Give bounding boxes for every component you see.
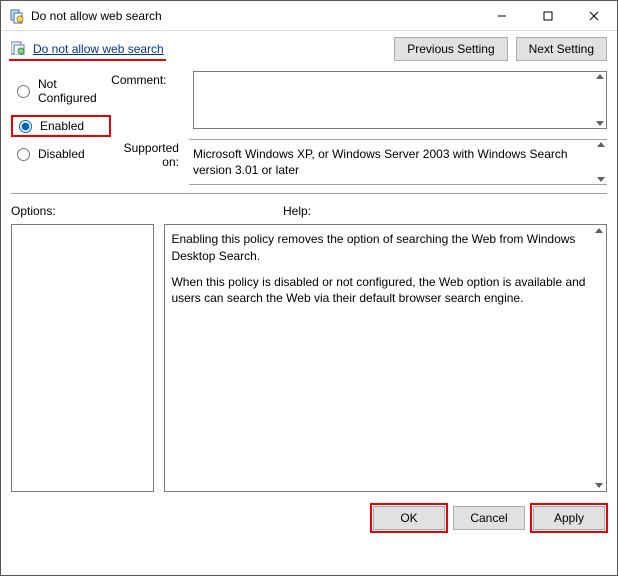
options-label: Options: bbox=[11, 204, 283, 218]
policy-link-icon bbox=[11, 41, 27, 58]
supported-on-text: Microsoft Windows XP, or Windows Server … bbox=[189, 139, 607, 185]
radio-disabled-label: Disabled bbox=[38, 147, 85, 161]
radio-not-configured-label: Not Configured bbox=[38, 77, 111, 105]
supported-row: Supported on: Microsoft Windows XP, or W… bbox=[111, 139, 607, 185]
options-pane[interactable] bbox=[11, 224, 154, 492]
next-setting-button[interactable]: Next Setting bbox=[516, 37, 607, 61]
panes: Enabling this policy removes the option … bbox=[1, 224, 617, 492]
help-label: Help: bbox=[283, 204, 311, 218]
footer-buttons: OK Cancel Apply bbox=[1, 492, 617, 544]
window-title: Do not allow web search bbox=[31, 9, 162, 23]
supported-on-value: Microsoft Windows XP, or Windows Server … bbox=[193, 147, 568, 177]
cancel-button[interactable]: Cancel bbox=[453, 506, 525, 530]
minimize-button[interactable] bbox=[479, 1, 525, 31]
scroll-up-icon[interactable] bbox=[596, 74, 604, 79]
radio-enabled[interactable]: Enabled bbox=[11, 115, 111, 137]
annotation-underline bbox=[9, 59, 166, 61]
help-paragraph-1: Enabling this policy removes the option … bbox=[171, 231, 590, 263]
help-paragraph-2: When this policy is disabled or not conf… bbox=[171, 274, 590, 306]
help-scrollbar[interactable] bbox=[592, 225, 606, 491]
apply-button[interactable]: Apply bbox=[533, 506, 605, 530]
radio-disabled[interactable]: Disabled bbox=[11, 145, 111, 163]
policy-name-link[interactable]: Do not allow web search bbox=[33, 42, 164, 56]
titlebar: Do not allow web search bbox=[1, 1, 617, 31]
policy-name-link-wrap: Do not allow web search bbox=[11, 41, 164, 58]
comment-label: Comment: bbox=[111, 71, 183, 87]
comment-textarea[interactable] bbox=[193, 71, 607, 129]
help-pane[interactable]: Enabling this policy removes the option … bbox=[164, 224, 607, 492]
radio-enabled-input[interactable] bbox=[19, 120, 32, 133]
ok-button[interactable]: OK bbox=[373, 506, 445, 530]
scroll-down-icon[interactable] bbox=[597, 177, 605, 182]
settings-right: Comment: Supported on: Microsoft Windows… bbox=[111, 71, 607, 185]
settings-area: Not Configured Enabled Disabled Comment:… bbox=[1, 69, 617, 185]
policy-editor-window: Do not allow web search Do not allow web… bbox=[0, 0, 618, 576]
radio-enabled-label: Enabled bbox=[40, 119, 84, 133]
maximize-button[interactable] bbox=[525, 1, 571, 31]
supported-on-label: Supported on: bbox=[111, 139, 179, 169]
scroll-up-icon[interactable] bbox=[597, 142, 605, 147]
radio-disabled-input[interactable] bbox=[17, 148, 30, 161]
pane-labels: Options: Help: bbox=[1, 194, 617, 224]
radio-not-configured[interactable]: Not Configured bbox=[11, 75, 111, 107]
scroll-down-icon[interactable] bbox=[595, 483, 603, 488]
close-button[interactable] bbox=[571, 1, 617, 31]
policy-icon bbox=[9, 8, 25, 24]
comment-row: Comment: bbox=[111, 71, 607, 129]
previous-setting-button[interactable]: Previous Setting bbox=[394, 37, 507, 61]
subheader: Do not allow web search Previous Setting… bbox=[1, 31, 617, 69]
radio-not-configured-input[interactable] bbox=[17, 85, 30, 98]
scroll-down-icon[interactable] bbox=[596, 121, 604, 126]
state-radios: Not Configured Enabled Disabled bbox=[11, 71, 111, 185]
scroll-up-icon[interactable] bbox=[595, 228, 603, 233]
